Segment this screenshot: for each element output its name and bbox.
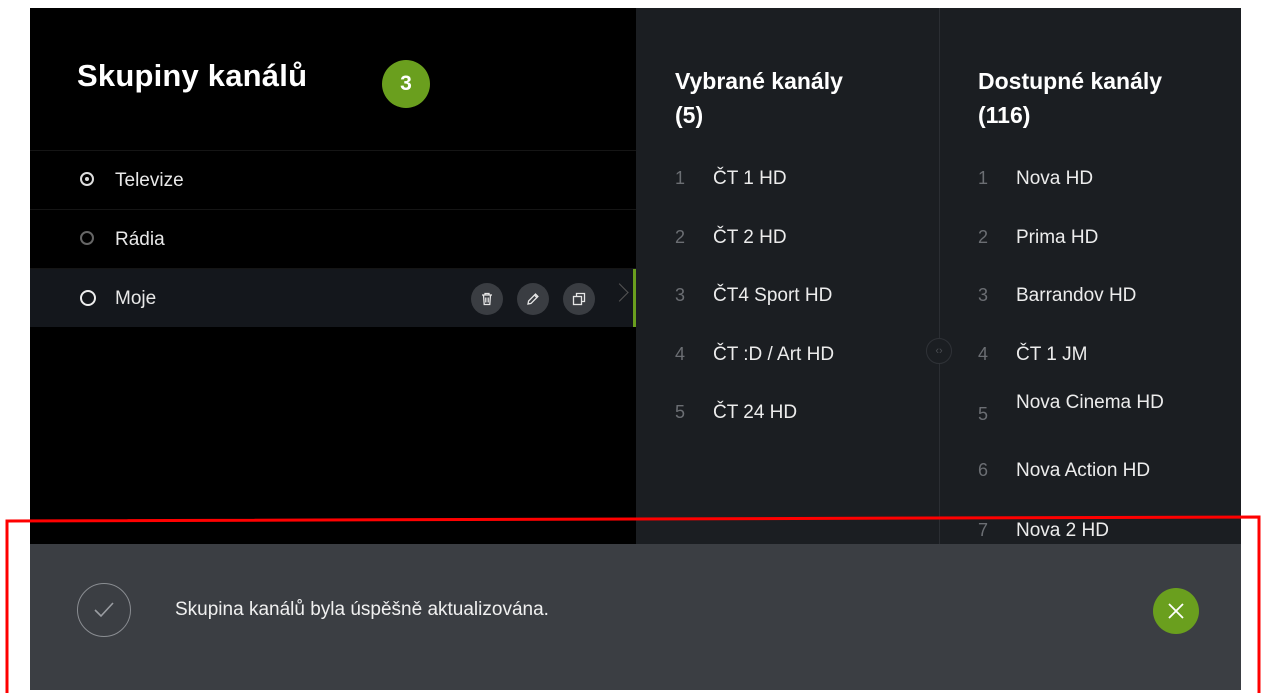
group-count-badge: 3 [382, 60, 430, 108]
channel-number: 3 [675, 285, 686, 305]
column-count: (5) [675, 102, 704, 128]
channel-name: Barrandov HD [1016, 285, 1137, 306]
group-item-label: Moje [115, 288, 157, 309]
channel-number: 5 [675, 402, 686, 422]
channel-name: ČT 24 HD [713, 402, 798, 423]
channel-name: ČT :D / Art HD [713, 344, 835, 365]
channel-name: Nova 2 HD [1016, 520, 1109, 541]
duplicate-group-button[interactable] [563, 283, 595, 315]
group-item-televize[interactable]: Televize [30, 150, 636, 209]
available-channels-column: Dostupné kanály (116) 1 Nova HD 2 Prima … [939, 8, 1241, 544]
pencil-icon [527, 293, 539, 305]
channel-groups-panel: Skupiny kanálů 3 Televize Rádia Moje [30, 8, 636, 544]
close-icon [1168, 603, 1184, 619]
channel-name: Nova Action HD [1016, 460, 1151, 481]
selected-channels-title: Vybrané kanály (5) [675, 64, 843, 132]
channel-number: 2 [978, 227, 989, 247]
check-icon [77, 583, 131, 637]
channel-name: ČT4 Sport HD [713, 285, 833, 306]
radio-unchecked-icon [80, 290, 96, 306]
channel-name: ČT 1 JM [1016, 344, 1088, 365]
radio-unchecked-icon [80, 231, 94, 245]
channel-number: 4 [675, 344, 686, 364]
channel-name: ČT 1 HD [713, 168, 787, 189]
channel-name: Nova HD [1016, 168, 1094, 189]
group-item-label: Rádia [115, 229, 165, 250]
move-arrows-icon[interactable]: ‹› [926, 338, 952, 364]
column-count: (116) [978, 102, 1031, 128]
channel-name: Prima HD [1016, 227, 1099, 248]
channel-number: 2 [675, 227, 686, 247]
channel-number: 1 [675, 168, 686, 188]
channel-number: 4 [978, 344, 989, 364]
copy-icon [572, 292, 586, 306]
channel-number: 1 [978, 168, 989, 188]
available-channels-title: Dostupné kanály (116) [978, 64, 1162, 132]
page-title: Skupiny kanálů [77, 58, 308, 93]
chevron-right-icon[interactable] [610, 283, 629, 302]
column-title: Dostupné kanály [978, 68, 1163, 94]
selected-channels-column: Vybrané kanály (5) 1 ČT 1 HD 2 ČT 2 HD 3… [636, 8, 939, 544]
channel-name: ČT 2 HD [713, 227, 787, 248]
edit-group-button[interactable] [517, 283, 549, 315]
channel-number: 5 [978, 404, 989, 424]
toast-message: Skupina kanálů byla úspěšně aktualizován… [175, 599, 549, 620]
toast-close-button[interactable] [1153, 588, 1199, 634]
channel-name: Nova Cinema HD [1016, 392, 1164, 413]
trash-icon [482, 292, 492, 306]
group-item-radia[interactable]: Rádia [30, 209, 636, 268]
channel-number: 7 [978, 520, 989, 540]
channel-number: 6 [978, 460, 989, 480]
delete-group-button[interactable] [471, 283, 503, 315]
channel-number: 3 [978, 285, 989, 305]
radio-checked-icon [80, 172, 94, 186]
notification-toast: Skupina kanálů byla úspěšně aktualizován… [30, 544, 1241, 690]
group-item-label: Televize [115, 170, 184, 191]
column-title: Vybrané kanály [675, 68, 843, 94]
tv-screen: Skupiny kanálů 3 Televize Rádia Moje Vyb… [30, 8, 1241, 690]
group-item-moje[interactable]: Moje [30, 268, 636, 327]
